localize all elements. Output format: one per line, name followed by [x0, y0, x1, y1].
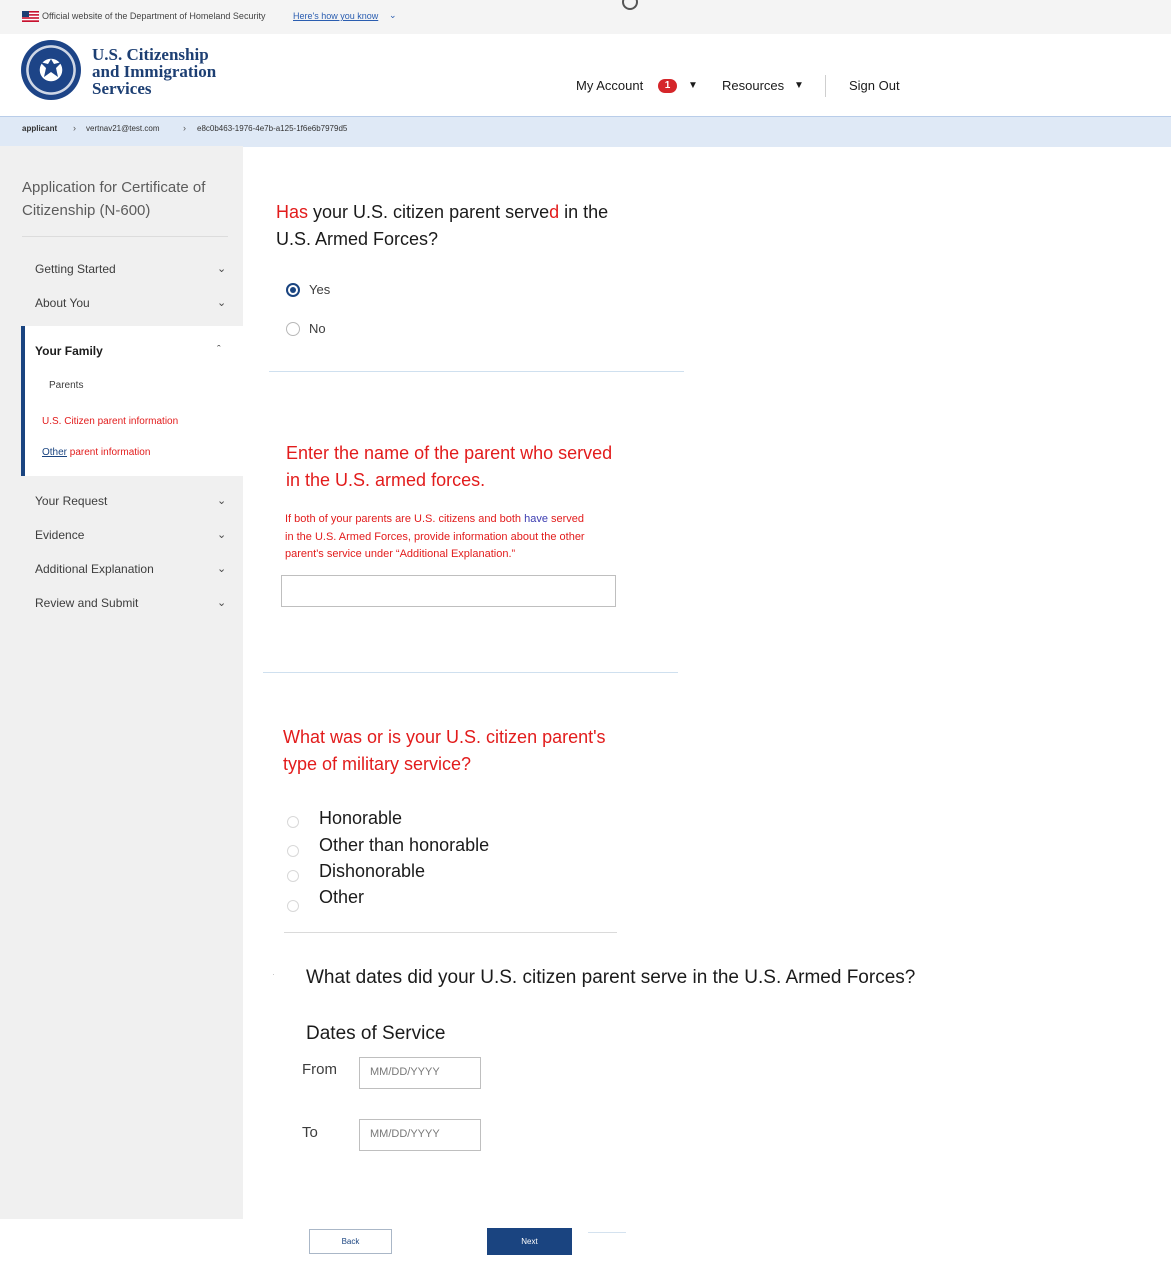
sidebar-subitem-parents[interactable]: Parents [49, 380, 83, 391]
sidebar-subitem-other-rest: parent information [67, 447, 151, 458]
us-flag-icon [22, 11, 39, 22]
section-divider [263, 672, 678, 673]
help-text: If both of your parents are U.S. citizen… [285, 511, 585, 564]
question-line: U.S. Armed Forces? [276, 229, 439, 249]
logo-line: and Immigration [92, 62, 217, 81]
eagle-icon [40, 59, 62, 77]
radio-other[interactable] [287, 900, 299, 912]
chevron-up-icon[interactable]: ˆ [217, 344, 221, 356]
question-line: type of military service? [283, 754, 472, 774]
question-line: in the U.S. armed forces. [286, 470, 486, 490]
divider [588, 1232, 626, 1233]
breadcrumb-item: e8c0b463-1976-4e7b-a125-1f6e6b7979d5 [197, 124, 348, 133]
bullet-mark: · [272, 969, 275, 979]
section-divider [269, 371, 684, 372]
from-date-input[interactable]: MM/DD/YYYY [359, 1057, 481, 1089]
active-section-indicator [21, 326, 25, 476]
chevron-right-icon: › [73, 123, 76, 133]
sidebar-item-about-you[interactable]: About You [35, 296, 90, 310]
help-line: If both of your parents are U.S. citizen… [285, 511, 585, 529]
question-service-type: What was or is your U.S. citizen parent'… [283, 724, 606, 778]
question-parent-name: Enter the name of the parent who served … [286, 440, 612, 494]
sidebar-item-your-request[interactable]: Your Request [35, 494, 107, 508]
help-text-part: served [547, 513, 585, 525]
notification-badge: 1 [658, 79, 677, 93]
sidebar-item-getting-started[interactable]: Getting Started [35, 262, 116, 276]
chevron-down-icon[interactable]: ⌄ [217, 528, 226, 541]
resources-menu[interactable]: Resources [722, 78, 784, 93]
official-banner-text: Official website of the Department of Ho… [42, 11, 266, 21]
chevron-down-icon[interactable]: ⌄ [217, 296, 226, 309]
caret-down-icon[interactable]: ▼ [794, 80, 804, 91]
dates-of-service-legend: Dates of Service [306, 1023, 446, 1044]
radio-no-label[interactable]: No [309, 321, 326, 336]
chevron-down-icon[interactable]: ⌄ [217, 494, 226, 507]
help-line: parent's service under “Additional Expla… [285, 548, 516, 560]
question-line: What was or is your U.S. citizen parent'… [283, 727, 606, 747]
radio-other-label[interactable]: Other [319, 887, 364, 908]
back-button[interactable]: Back [309, 1229, 392, 1254]
question-served-armed-forces: Has your U.S. citizen parent served in t… [276, 199, 608, 253]
to-date-input[interactable]: MM/DD/YYYY [359, 1119, 481, 1151]
sidebar-subitem-us-citizen-parent[interactable]: U.S. Citizen parent information [42, 416, 178, 427]
question-letter-d: d [549, 202, 560, 222]
parent-name-input[interactable] [281, 575, 616, 607]
radio-honorable-label[interactable]: Honorable [319, 808, 402, 829]
chevron-down-icon[interactable]: ⌄ [217, 562, 226, 575]
sidebar-item-evidence[interactable]: Evidence [35, 528, 84, 542]
question-word-has: Has [276, 202, 309, 222]
radio-yes-label[interactable]: Yes [309, 282, 330, 297]
sidebar-item-your-family[interactable]: Your Family [35, 344, 103, 358]
radio-yes[interactable] [286, 283, 300, 297]
radio-dishonorable-label[interactable]: Dishonorable [319, 861, 425, 882]
chevron-down-icon[interactable]: ⌄ [389, 10, 397, 21]
to-label: To [302, 1124, 318, 1141]
sidebar-item-review-and-submit[interactable]: Review and Submit [35, 596, 138, 610]
chevron-down-icon[interactable]: ⌄ [217, 262, 226, 275]
chevron-down-icon[interactable]: ⌄ [217, 596, 226, 609]
caret-down-icon[interactable]: ▼ [688, 80, 698, 91]
logo-line: Services [92, 79, 152, 98]
breadcrumb [0, 116, 1171, 147]
question-line: Has your U.S. citizen parent served in t… [276, 199, 608, 226]
sidebar-subitem-other-word: Other [42, 447, 68, 458]
radio-other-than-honorable-label[interactable]: Other than honorable [319, 835, 489, 856]
sign-out-link[interactable]: Sign Out [849, 78, 900, 93]
agency-logo-text[interactable]: U.S. Citizenship and Immigration Service… [92, 46, 216, 97]
help-text-part: If both of your parents are U.S. citizen… [285, 513, 525, 525]
breadcrumb-item[interactable]: vertnav21@test.com [86, 124, 159, 133]
breadcrumb-item[interactable]: applicant [22, 124, 57, 133]
logo-line: U.S. Citizenship [92, 45, 209, 64]
radio-other-than-honorable[interactable] [287, 845, 299, 857]
nav-divider [825, 75, 826, 97]
question-service-dates: What dates did your U.S. citizen parent … [306, 967, 916, 988]
sidebar-title: Application for Certificate of Citizensh… [22, 179, 206, 219]
question-line: Enter the name of the parent who served [286, 443, 613, 463]
question-text: your U.S. citizen parent serve [308, 202, 550, 222]
sidebar-subitem-other-parent[interactable]: Other parent information [42, 447, 150, 458]
radio-dishonorable[interactable] [287, 870, 299, 882]
help-text-part: have [524, 513, 548, 525]
how-you-know-link[interactable]: Here's how you know [293, 11, 378, 21]
question-text: in the [559, 202, 609, 222]
section-divider [284, 932, 617, 933]
next-button[interactable]: Next [487, 1228, 572, 1255]
radio-honorable[interactable] [287, 816, 299, 828]
from-label: From [302, 1061, 337, 1078]
divider [22, 236, 228, 237]
my-account-link[interactable]: My Account [576, 78, 643, 93]
chevron-right-icon: › [183, 123, 186, 133]
help-line: in the U.S. Armed Forces, provide inform… [285, 530, 585, 543]
sidebar-item-additional-explanation[interactable]: Additional Explanation [35, 562, 154, 576]
radio-no[interactable] [286, 322, 300, 336]
